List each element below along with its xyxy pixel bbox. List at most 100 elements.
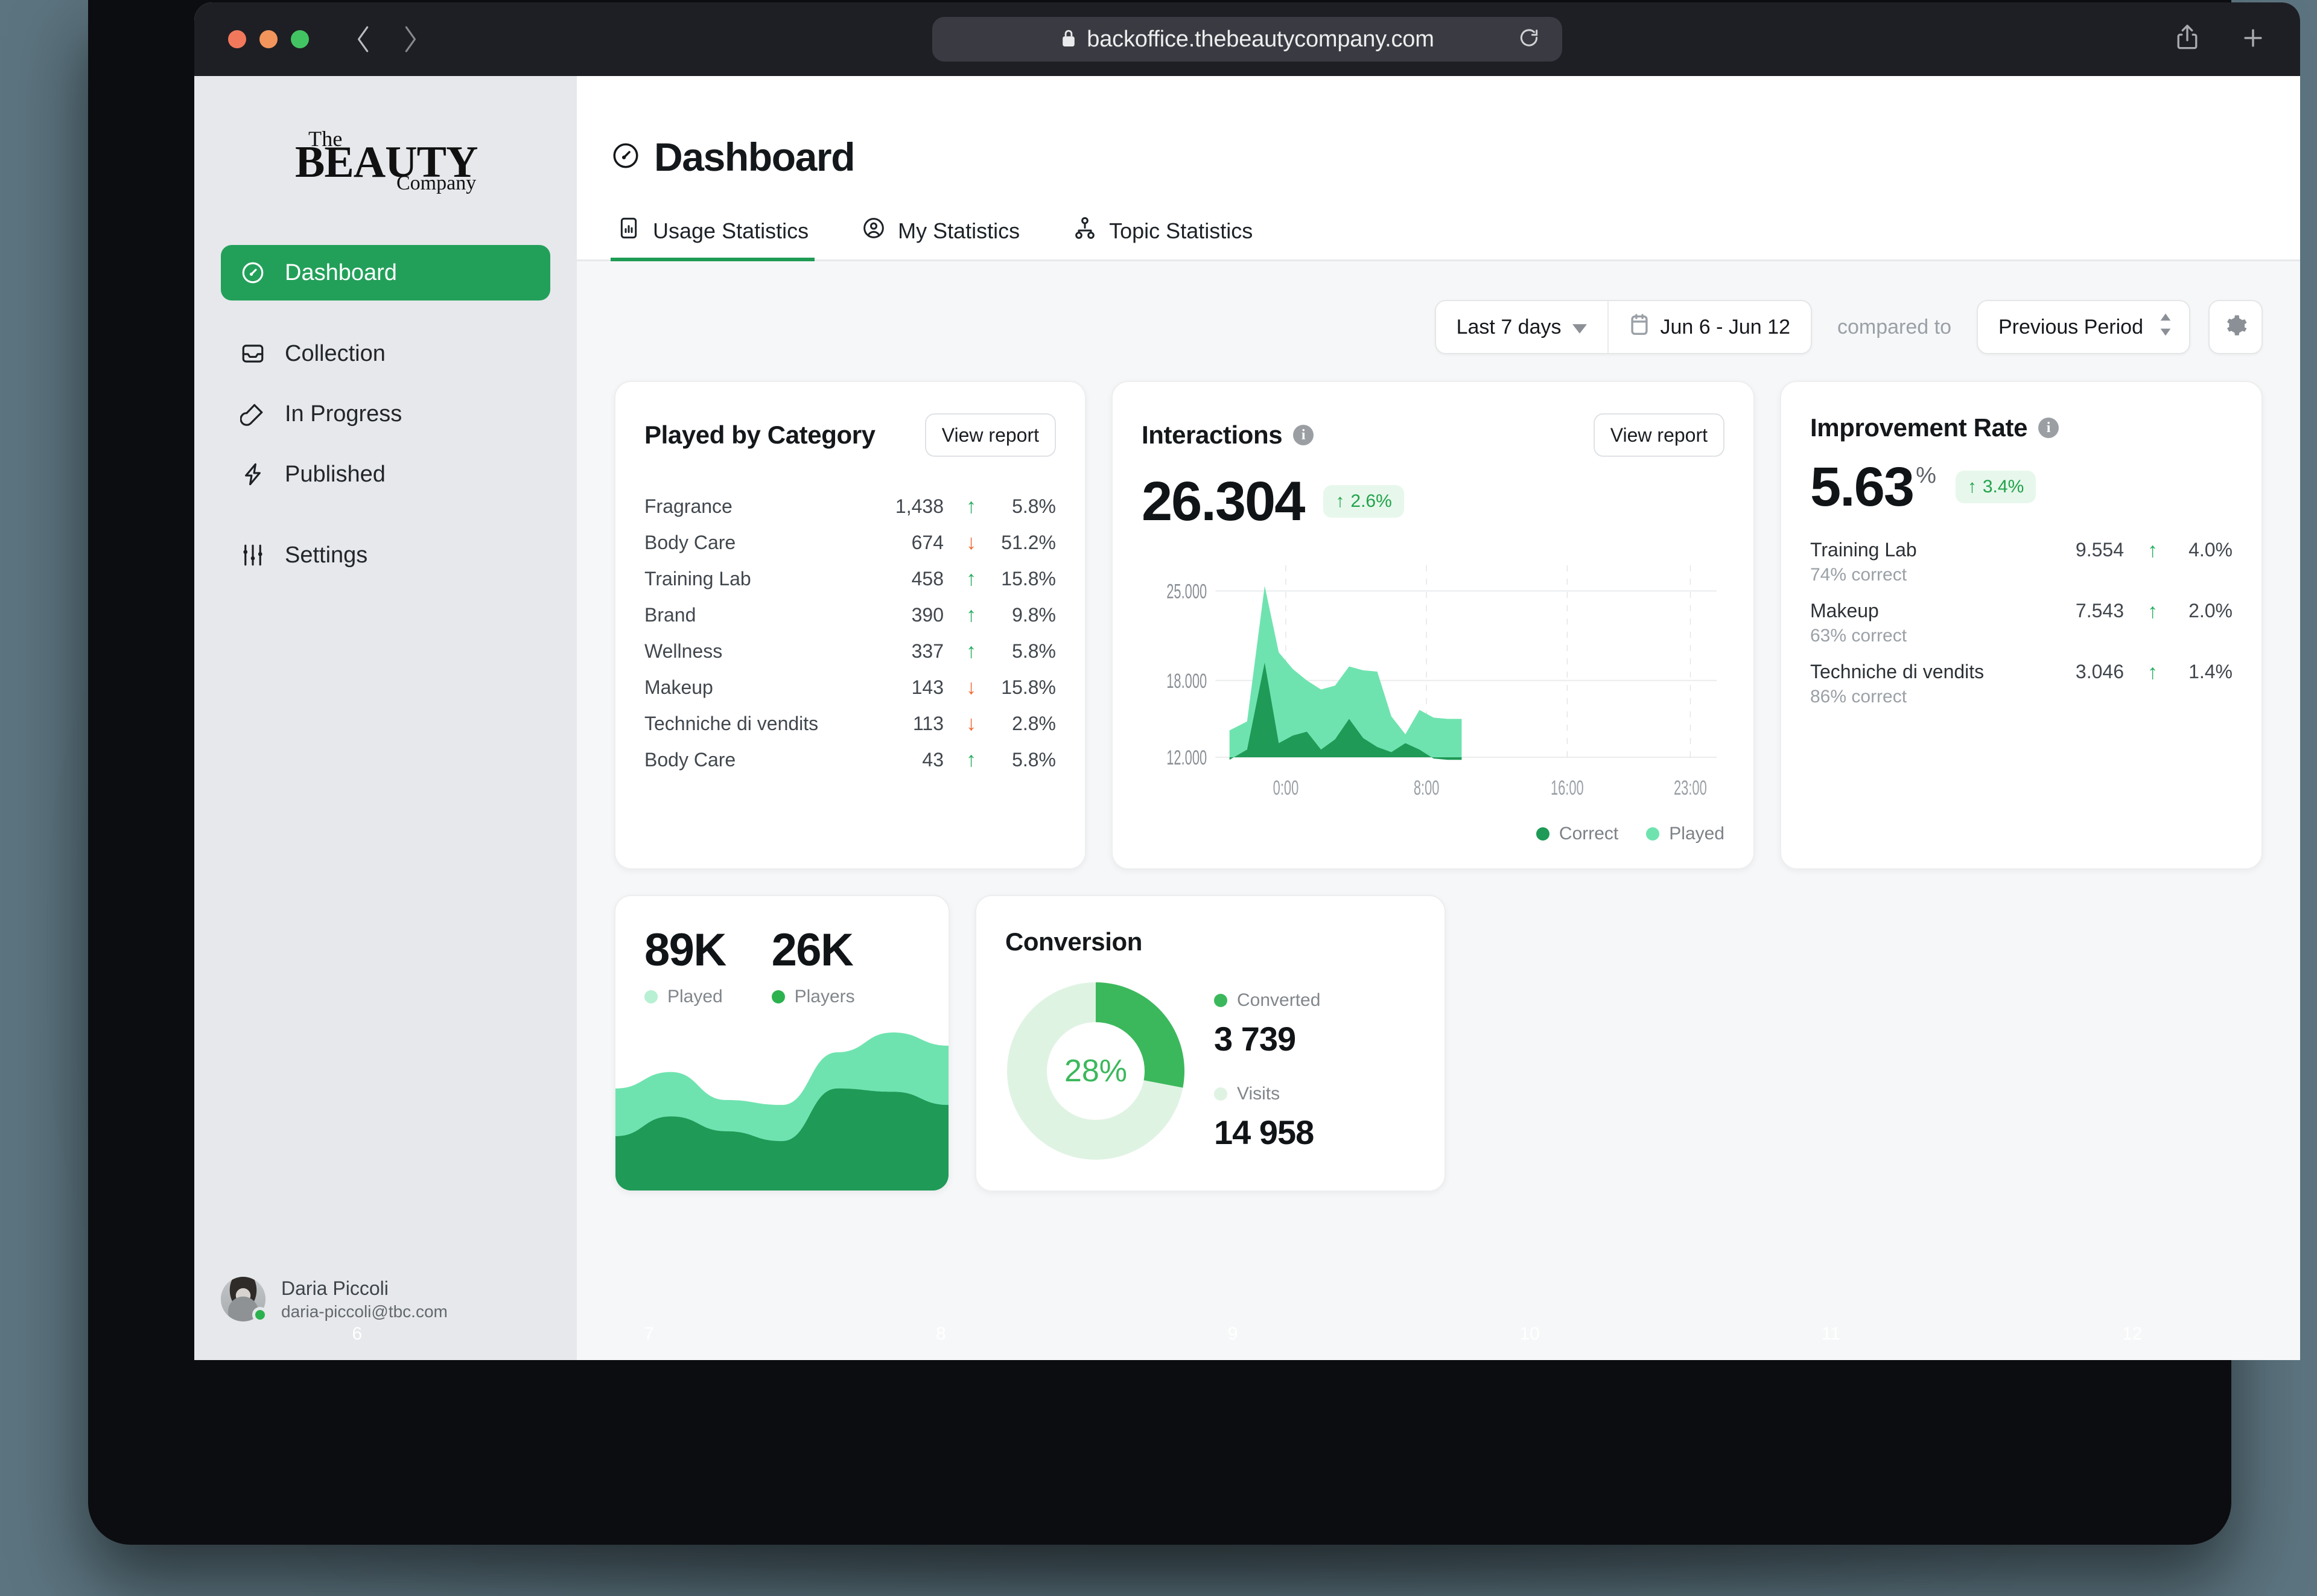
sidebar-item-published[interactable]: Published	[221, 447, 550, 502]
category-delta: ↓ 15.8%	[944, 676, 1056, 699]
played-label: Played	[667, 987, 723, 1006]
category-delta-value: 15.8%	[1001, 676, 1056, 698]
view-report-button[interactable]: View report	[924, 413, 1056, 457]
interactions-legend: Correct Played	[1142, 824, 1724, 844]
category-name: Training Lab	[644, 567, 751, 590]
legend-swatch	[644, 990, 658, 1003]
share-icon[interactable]	[2175, 24, 2200, 56]
reload-icon[interactable]	[1518, 27, 1540, 52]
sidebar-item-label: Dashboard	[285, 259, 397, 285]
table-row: Brand 390 ↑ 9.8%	[644, 597, 1056, 633]
chevron-up-down-icon	[2159, 313, 2172, 342]
arrow-up-icon: ↑	[966, 495, 976, 518]
chevron-down-icon	[1572, 316, 1587, 339]
comparison-value: Previous Period	[1998, 315, 2143, 339]
sidebar-item-dashboard[interactable]: Dashboard	[221, 245, 550, 300]
user-name: Daria Piccoli	[281, 1277, 389, 1299]
tab-topic-statistics[interactable]: Topic Statistics	[1067, 216, 1259, 261]
gauge-icon	[611, 141, 641, 174]
legend-swatch	[1214, 994, 1227, 1007]
back-icon[interactable]	[354, 24, 374, 54]
visits-value: 14 958	[1214, 1113, 1314, 1151]
category-name: Wellness	[644, 640, 723, 662]
page-title-row: Dashboard	[611, 76, 2266, 180]
range-preset-dropdown[interactable]: Last 7 days	[1436, 301, 1607, 353]
category-name: Makeup	[644, 676, 713, 698]
category-delta-value: 5.8%	[1012, 748, 1056, 771]
compared-to-label: compared to	[1837, 315, 1951, 339]
arrow-up-icon: ↑	[2147, 599, 2158, 623]
legend-swatch	[1646, 827, 1660, 841]
info-icon[interactable]: i	[2038, 418, 2059, 438]
converted-value: 3 739	[1214, 1020, 1296, 1058]
card-title: Conversion	[1005, 927, 1143, 956]
card-header: Interactions i View report	[1142, 413, 1724, 457]
table-row: Techniche di vendits 113 ↓ 2.8%	[644, 705, 1056, 742]
settings-button[interactable]	[2208, 300, 2263, 354]
interactions-delta: 2.6%	[1350, 491, 1392, 511]
comparison-select[interactable]: Previous Period	[1976, 300, 2190, 354]
arrow-down-icon: ↓	[966, 531, 976, 554]
tab-my-statistics[interactable]: My Statistics	[856, 216, 1026, 261]
brand-logo: The BEAUTY Company	[221, 76, 550, 245]
sidebar-item-in-progress[interactable]: In Progress	[221, 386, 550, 442]
address-bar[interactable]: backoffice.thebeautycompany.com	[932, 17, 1562, 62]
card-header: Played by Category View report	[644, 413, 1056, 457]
svg-text:16:00: 16:00	[1551, 777, 1584, 800]
card-title: Improvement Rate	[1810, 413, 2028, 442]
legend-label: Correct	[1559, 824, 1619, 844]
category-delta: ↑ 15.8%	[944, 568, 1056, 590]
close-window-button[interactable]	[228, 30, 246, 48]
category-delta-value: 5.8%	[1012, 495, 1056, 517]
bar-chart-device-icon	[617, 216, 641, 246]
improvement-sub: 63% correct	[1810, 626, 1907, 646]
played-by-category-card: Played by Category View report Fragrance…	[614, 381, 1086, 870]
played-stat: 89K Played	[644, 927, 726, 1007]
legend-swatch	[1536, 827, 1549, 841]
players-label: Players	[794, 987, 855, 1006]
category-delta-value: 5.8%	[1012, 640, 1056, 662]
user-profile[interactable]: Daria Piccoli daria-piccoli@tbc.com	[221, 1276, 448, 1323]
category-delta: ↓ 51.2%	[944, 532, 1056, 554]
interactions-value-row: 26.304 ↑ 2.6%	[1142, 474, 1724, 529]
calendar-icon	[1629, 313, 1650, 342]
tab-label: My Statistics	[898, 218, 1020, 243]
sidebar-item-collection[interactable]: Collection	[221, 326, 550, 381]
category-name: Fragrance	[644, 495, 733, 517]
players-label-row: Players	[771, 987, 855, 1007]
main-content: Dashboard Usage Statistics My Statistics…	[352, 76, 2300, 1360]
category-delta: ↑ 5.8%	[944, 749, 1056, 771]
pencil-loop-icon	[239, 400, 267, 428]
maximize-window-button[interactable]	[291, 30, 309, 48]
arrow-up-icon: ↑	[966, 640, 976, 663]
table-row: Wellness 337 ↑ 5.8%	[644, 633, 1056, 669]
tab-usage-statistics[interactable]: Usage Statistics	[611, 216, 815, 261]
minimize-window-button[interactable]	[259, 30, 278, 48]
traffic-lights	[228, 30, 309, 48]
improvement-rate-card: Improvement Rate i 5.63 % ↑ 3.4% Trainin…	[1780, 381, 2263, 870]
category-name: Body Care	[644, 531, 736, 553]
visits-label: Visits	[1237, 1084, 1280, 1104]
date-range-picker[interactable]: Jun 6 - Jun 12	[1609, 301, 1811, 353]
improvement-name: Techniche di vendits	[1810, 661, 1985, 682]
view-report-button[interactable]: View report	[1593, 413, 1724, 457]
new-tab-icon[interactable]	[2240, 25, 2266, 54]
legend-swatch	[771, 990, 785, 1003]
category-delta-value: 15.8%	[1001, 567, 1056, 590]
arrow-down-icon: ↓	[966, 712, 976, 735]
interactions-delta-badge: ↑ 2.6%	[1323, 485, 1404, 518]
improvement-entry: Techniche di vendits 86% correct	[1810, 661, 2015, 707]
sidebar-item-label: Collection	[285, 340, 386, 366]
improvement-value: 5.63	[1810, 456, 1915, 518]
forward-icon[interactable]	[399, 24, 420, 54]
table-row: Body Care 43 ↑ 5.8%	[644, 742, 1056, 778]
svg-text:18.000: 18.000	[1166, 670, 1207, 693]
conversion-body: 28% Converted 3 739 Visits 14 958	[1005, 981, 1416, 1162]
category-name: Techniche di vendits	[644, 712, 819, 734]
arrow-up-icon: ↑	[2147, 660, 2158, 684]
sidebar-item-settings[interactable]: Settings	[221, 527, 550, 583]
info-icon[interactable]: i	[1293, 425, 1314, 445]
cards-row-2: 89K Played 26K Players 6 7 8 9 10 11 12 …	[352, 895, 2263, 1344]
range-preset-label: Last 7 days	[1456, 315, 1562, 339]
improvement-entry: Makeup 63% correct	[1810, 600, 2015, 646]
